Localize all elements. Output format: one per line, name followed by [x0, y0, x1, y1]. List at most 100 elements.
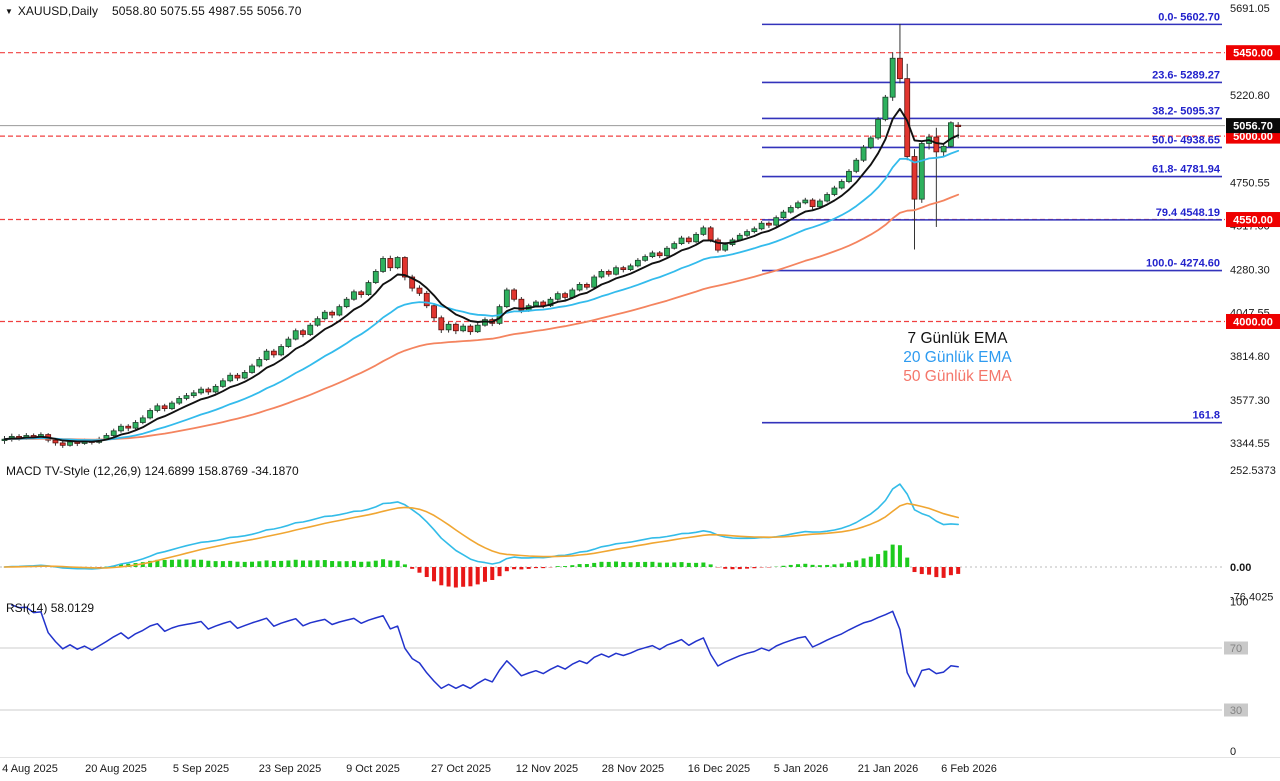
macd-histogram-bar: [301, 561, 305, 567]
macd-histogram-bar: [250, 562, 254, 567]
fib-level-label: 79.4 4548.19: [1156, 207, 1220, 219]
macd-histogram-bar: [876, 554, 880, 567]
ema50-line: [5, 195, 959, 440]
date-axis-label: 4 Aug 2025: [2, 763, 58, 775]
macd-histogram-bar: [432, 567, 436, 581]
fib-level-label: 50.0- 4938.65: [1152, 134, 1220, 146]
bull-candle: [242, 372, 247, 378]
bear-candle: [439, 318, 444, 330]
price-axis-tick: 5220.80: [1230, 90, 1270, 102]
chart-window: ▼ XAUUSD,Daily 5058.80 5075.55 4987.55 5…: [0, 0, 1280, 781]
bull-candle: [213, 386, 218, 392]
bull-candle: [395, 258, 400, 268]
macd-histogram-bar: [534, 567, 538, 568]
macd-histogram-bar: [585, 564, 589, 567]
bear-candle: [897, 58, 902, 78]
bull-candle: [803, 200, 808, 203]
macd-histogram-bar: [468, 567, 472, 586]
bull-candle: [876, 119, 881, 138]
bear-candle: [810, 200, 815, 206]
bull-candle: [868, 138, 873, 147]
bull-candle: [118, 426, 123, 431]
bull-candle: [774, 218, 779, 225]
macd-histogram-bar: [680, 562, 684, 567]
macd-histogram-bar: [745, 567, 749, 569]
bear-candle: [424, 293, 429, 305]
ohlc-values: 5058.80 5075.55 4987.55 5056.70: [112, 4, 302, 18]
bull-candle: [279, 347, 284, 355]
macd-histogram-bar: [687, 563, 691, 567]
fib-level-label: 161.8: [1192, 410, 1220, 422]
price-axis-tick: 3814.80: [1230, 351, 1270, 363]
macd-histogram-bar: [323, 560, 327, 567]
bull-candle: [643, 257, 648, 261]
price-axis-tick: 4280.30: [1230, 265, 1270, 277]
bull-candle: [788, 207, 793, 212]
macd-histogram-bar: [956, 567, 960, 574]
ema50-legend-label: 50 Günlük EMA: [870, 367, 1045, 386]
bull-candle: [533, 302, 538, 306]
bull-candle: [133, 423, 138, 429]
macd-histogram-bar: [286, 560, 290, 567]
macd-histogram-bar: [374, 561, 378, 567]
rsi-axis-tick: 0: [1230, 746, 1236, 758]
bull-candle: [169, 403, 174, 409]
bull-candle: [664, 248, 669, 255]
ema20-line: [5, 151, 959, 440]
macd-histogram-bar: [949, 567, 953, 575]
bull-candle: [723, 245, 728, 251]
macd-histogram-bar: [177, 560, 181, 567]
macd-histogram-bar: [490, 567, 494, 580]
macd-histogram-bar: [840, 564, 844, 567]
ema20-legend-label: 20 Günlük EMA: [870, 348, 1045, 367]
bull-candle: [199, 389, 204, 393]
bull-candle: [759, 223, 764, 229]
macd-histogram-bar: [228, 561, 232, 567]
macd-histogram-bar: [527, 567, 531, 569]
date-axis-label: 5 Sep 2025: [173, 763, 229, 775]
macd-histogram-bar: [643, 562, 647, 567]
macd-histogram-bar: [454, 567, 458, 588]
alert-price-badge-label: 4000.00: [1233, 316, 1273, 328]
bull-candle: [220, 381, 225, 387]
date-axis-label: 27 Oct 2025: [431, 763, 491, 775]
macd-histogram-bar: [789, 565, 793, 567]
bear-candle: [512, 290, 517, 299]
rsi-level-badge-label: 70: [1230, 643, 1242, 655]
macd-histogram-bar: [672, 562, 676, 567]
bull-candle: [257, 359, 262, 365]
price-chart-canvas[interactable]: 0.0- 5602.7023.6- 5289.2738.2- 5095.3750…: [0, 0, 1280, 781]
bull-candle: [286, 339, 291, 346]
macd-histogram-bar: [825, 565, 829, 567]
bear-candle: [563, 294, 568, 298]
bear-candle: [453, 324, 458, 330]
ema7-line: [5, 109, 959, 442]
macd-histogram-bar: [781, 566, 785, 567]
rsi-indicator-label: RSI(14) 58.0129: [6, 601, 94, 615]
macd-histogram-bar: [942, 567, 946, 578]
symbol-dropdown-icon[interactable]: ▼: [5, 7, 13, 16]
bear-candle: [584, 284, 589, 287]
bear-candle: [271, 351, 276, 355]
macd-histogram-bar: [723, 567, 727, 569]
bull-candle: [344, 299, 349, 306]
fib-level-label: 61.8- 4781.94: [1152, 164, 1221, 176]
date-axis-label: 5 Jan 2026: [774, 763, 828, 775]
bear-candle: [657, 253, 662, 256]
macd-histogram-bar: [476, 567, 480, 584]
bull-candle: [781, 212, 786, 218]
macd-histogram-bar: [614, 562, 618, 567]
macd-histogram-bar: [235, 562, 239, 567]
macd-histogram-bar: [913, 567, 917, 572]
macd-histogram-bar: [818, 565, 822, 567]
macd-histogram-bar: [214, 561, 218, 567]
macd-histogram-bar: [221, 561, 225, 567]
bull-candle: [504, 290, 509, 307]
macd-histogram-bar: [163, 560, 167, 567]
macd-histogram-bar: [869, 557, 873, 567]
bull-candle: [111, 431, 116, 436]
macd-histogram-bar: [388, 560, 392, 567]
macd-histogram-bar: [199, 560, 203, 567]
macd-histogram-bar: [701, 563, 705, 567]
bull-candle: [817, 201, 822, 207]
